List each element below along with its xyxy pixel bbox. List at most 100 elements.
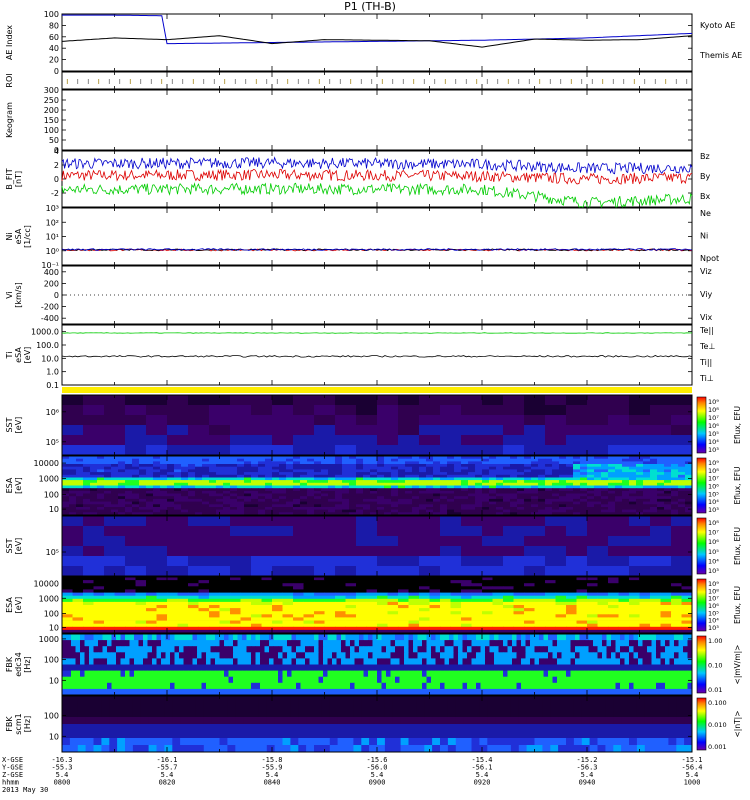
sst_e-colorbar-tick: 10⁶ [708, 422, 719, 430]
esa_e-colorbar-tick: 10⁶ [708, 483, 719, 491]
ti-frame [61, 324, 693, 386]
ae-frame [61, 13, 693, 72]
keogram-ylabel: Keogram [5, 102, 14, 138]
esa_e-colorbar-tick: 10⁹ [708, 459, 719, 467]
fbk_e-ytick-label: 100 [44, 656, 59, 665]
ti-ylabel: Ti [5, 352, 14, 360]
sst_i-colorbar-label: Eflux, EFU [733, 527, 742, 565]
ni-series-name: Npot [700, 254, 719, 263]
keogram-ytick-label: 150 [44, 116, 59, 125]
keogram-ytick-label: 50 [49, 136, 59, 145]
ni-series-name: Ni [700, 232, 708, 241]
esa_i-ytick-label: 10000 [34, 580, 59, 589]
fbk_e-colorbar-tick: 0.10 [708, 662, 722, 670]
sst_e-colorbar-tick: 10⁷ [708, 414, 719, 422]
bfit-ylabel: [nT] [14, 171, 23, 187]
ni-ytick-label: 10⁰ [46, 247, 59, 256]
bfit-legend: By [700, 172, 710, 181]
esa_i-spectrogram [62, 577, 693, 634]
flag-bar [62, 387, 692, 393]
esa_i-ytick-label: 100 [44, 609, 59, 618]
ni-ylabel: [1/cc] [23, 225, 32, 248]
keogram-ytick-label: 100 [44, 126, 59, 135]
fbk_b-colorbar-tick: 0.001 [708, 743, 727, 751]
ae-ylabel: AE Index [5, 25, 14, 60]
ti-ytick-label: 1.0 [46, 368, 59, 377]
bfit-series-0 [61, 168, 693, 185]
sst_e-colorbar-tick: 10⁵ [708, 430, 719, 438]
sst_e-ytick-label: 10⁶ [46, 408, 59, 417]
footer-tick-t: 0920 [474, 779, 491, 787]
esa_i-ylabel: ESA [5, 597, 14, 613]
esa_e-colorbar-tick: 10⁵ [708, 490, 719, 498]
ti-series-name: Ti|| [699, 358, 712, 367]
esa_e-ytick-label: 1000 [39, 474, 59, 483]
footer-tick-t: 0900 [369, 779, 386, 787]
vi-ytick-label: 200 [44, 279, 59, 288]
fbk_e-colorbar [696, 635, 707, 694]
fbk_e-colorbar-tick: 0.01 [708, 686, 722, 694]
esa_i-ylabel: [eV] [14, 597, 23, 614]
roi-ylabel: ROI [5, 73, 14, 87]
ti-ylabel: eSA [14, 347, 23, 363]
sst_i-colorbar-tick: 10³ [708, 567, 719, 575]
ae-ytick-label: 40 [49, 44, 59, 53]
ae-ytick-label: 80 [49, 21, 59, 30]
plot-title: P1 (TH-B) [344, 0, 396, 13]
keogram-ytick-label: 250 [44, 96, 59, 105]
sst_e-colorbar-tick: 10³ [708, 446, 719, 454]
sst_i-colorbar-tick: 10⁸ [708, 519, 719, 527]
ti-ytick-label: 0.1 [46, 381, 59, 390]
sst_i-ylabel: SST [5, 538, 14, 553]
esa_e-colorbar [696, 457, 707, 514]
sst_i-colorbar-tick: 10⁵ [708, 548, 719, 556]
footer-tick-t: 0940 [579, 779, 596, 787]
ti-series-name: Te|| [699, 326, 714, 335]
vi-frame [61, 265, 693, 325]
sst_e-colorbar-label: Eflux, EFU [733, 406, 742, 444]
sst_e-colorbar [696, 396, 707, 454]
ni-ylabel: Ni [5, 232, 14, 240]
bfit-ytick-label: 0 [54, 175, 59, 184]
keogram-frame [61, 89, 693, 151]
sst_i-colorbar-tick: 10⁴ [708, 557, 719, 565]
sst_e-ylabel: SST [5, 417, 14, 432]
sst_e-ylabel: [eV] [14, 417, 23, 434]
fbk_b-ytick-label: 100 [44, 712, 59, 721]
bfit-ytick-label: 2 [54, 161, 59, 170]
fbk_e-ytick-label: 10 [49, 676, 59, 685]
esa_e-spectrogram [62, 456, 693, 516]
ae-ytick-label: 60 [49, 33, 59, 42]
ni-ytick-label: 10¹ [46, 233, 59, 242]
fbk_e-ylabel: [Hz] [23, 656, 32, 672]
esa_e-colorbar-tick: 10⁸ [708, 467, 719, 475]
fbk_e-ylabel: FBK [5, 656, 14, 672]
fbk_e-ytick-label: 1000 [39, 635, 59, 644]
fbk_b-ylabel: scm1 [14, 713, 23, 734]
vi-ytick-label: -200 [41, 303, 59, 312]
footer-tick-t: 0820 [159, 779, 176, 787]
ti-ytick-label: 100.0 [36, 341, 59, 350]
fbk_b-spectrogram [62, 696, 693, 753]
vi-series-name: Viy [700, 290, 713, 299]
ni-frame [61, 207, 693, 266]
fbk_b-colorbar-label: <|nT|> [733, 711, 742, 738]
ti-series-0 [61, 332, 693, 334]
footer-tick-t: 0840 [264, 779, 281, 787]
keogram-ytick-label: 200 [44, 106, 59, 115]
vi-series-name: Vix [700, 313, 713, 322]
ni-ytick-label: 10³ [46, 204, 59, 213]
fbk_b-ytick-label: 10 [49, 732, 59, 741]
vi-ytick-label: -400 [41, 314, 59, 323]
sst_i-colorbar [696, 517, 707, 575]
fbk_b-ylabel: FBK [5, 716, 14, 732]
ae-legend-kyoto: Kyoto AE [700, 21, 735, 30]
sst_i-ytick-label: 10⁵ [46, 548, 59, 557]
summary-plot: P1 (TH-B) AE Index100806040200Kyoto AETh… [2, 0, 742, 794]
ni-ylabel: eSA [14, 228, 23, 244]
ni-ytick-label: 10² [46, 218, 59, 227]
esa_e-ytick-label: 10000 [34, 459, 59, 468]
bfit-legend: Bz [700, 152, 710, 161]
vi-ytick-label: 400 [44, 268, 59, 277]
fbk_b-colorbar-tick: 0.010 [708, 721, 727, 729]
